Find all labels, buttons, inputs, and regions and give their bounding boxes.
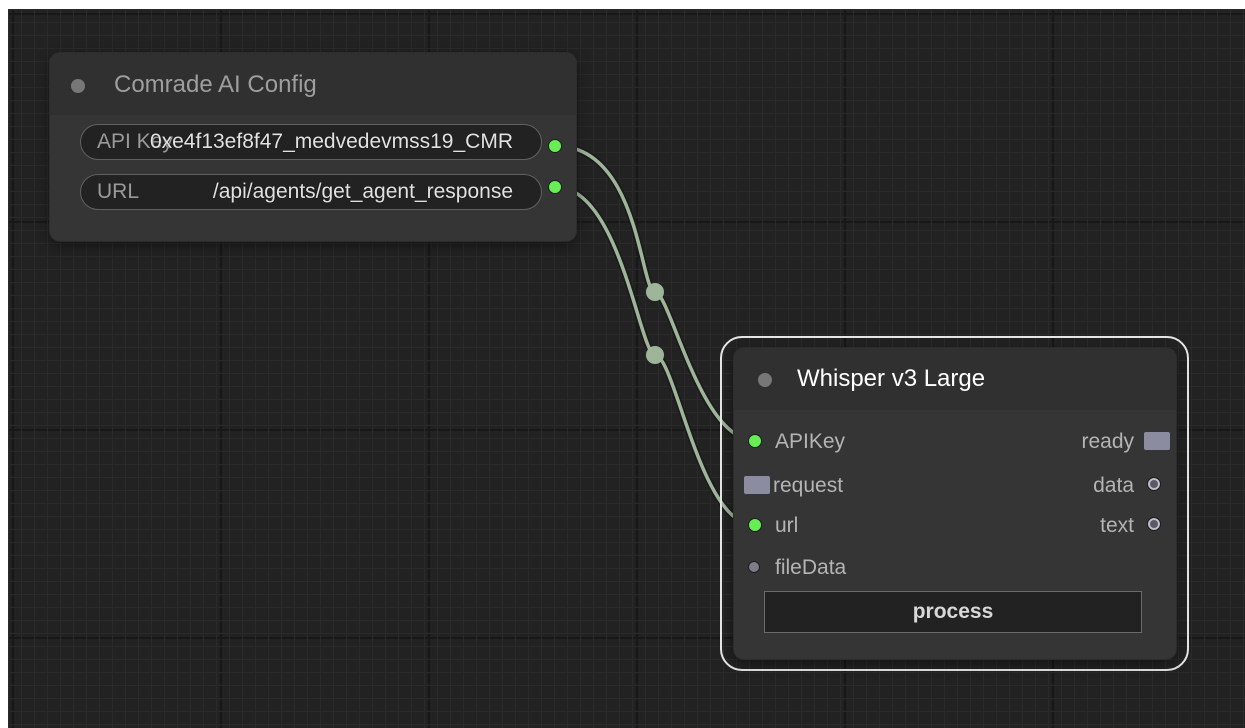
output-slot-data[interactable]	[1147, 477, 1161, 491]
input-slot-request[interactable]	[744, 476, 770, 494]
input-slot-apikey[interactable]	[748, 434, 762, 448]
url-widget[interactable]: URL /api/agents/get_agent_response	[80, 174, 542, 210]
input-slot-filedata[interactable]	[748, 561, 760, 573]
collapse-dot-icon[interactable]	[71, 79, 85, 93]
node-title-bar[interactable]: Whisper v3 Large	[734, 348, 1176, 410]
node-title: Comrade AI Config	[114, 71, 317, 98]
input-label-apikey: APIKey	[775, 430, 846, 453]
node-title-bar[interactable]: Comrade AI Config	[50, 53, 576, 115]
input-label-url: url	[775, 514, 799, 537]
node-title: Whisper v3 Large	[797, 365, 986, 392]
output-label-text: text	[1100, 514, 1134, 537]
widget-value: 0xe4f13ef8f47_medvedevmss19_CMR	[149, 130, 513, 153]
process-button[interactable]: process	[764, 591, 1142, 633]
widget-label: URL	[97, 180, 140, 203]
output-label-ready: ready	[1081, 430, 1134, 453]
input-slot-url[interactable]	[748, 518, 762, 532]
collapse-dot-icon[interactable]	[758, 373, 772, 387]
output-slot-ready[interactable]	[1144, 432, 1170, 450]
api-key-widget[interactable]: API Key 0xe4f13ef8f47_medvedevmss19_CMR	[80, 124, 542, 160]
output-label-data: data	[1093, 474, 1134, 497]
input-label-filedata: fileData	[775, 556, 847, 579]
output-slot-api-key[interactable]	[548, 139, 562, 153]
output-slot-url[interactable]	[548, 180, 562, 194]
output-slot-text[interactable]	[1147, 517, 1161, 531]
input-label-request: request	[773, 474, 844, 497]
widget-value: /api/agents/get_agent_response	[212, 180, 513, 203]
